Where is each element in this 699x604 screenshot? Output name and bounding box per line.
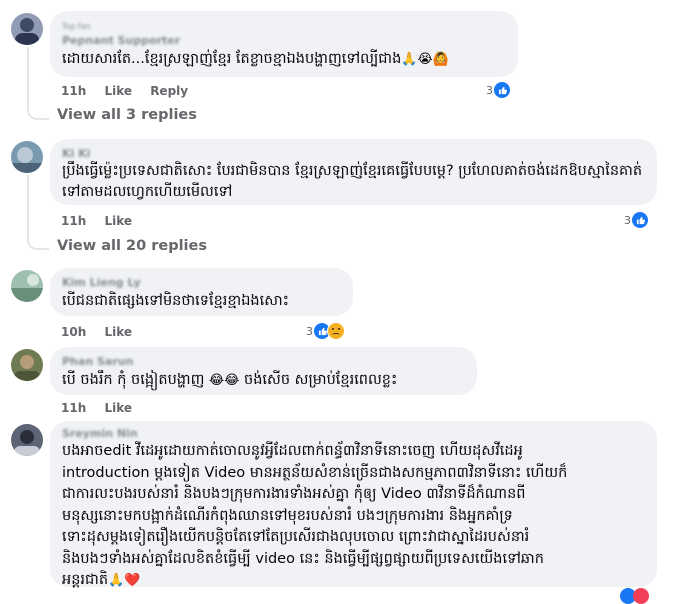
comment-line: និងបងៗទាំងអស់គ្នាដែលខិតខំធ្វើម្បី video … [62,550,544,567]
comment-line: មនុស្សនោះមកបង្អាក់ដំណើរកំពុងឈានទៅមុខរបស់… [62,507,513,524]
comment-text: បើជនជាតិផ្សេងទៅមិនថាទេខ្មែរខ្មាឯងសោះ [62,293,289,309]
comment-line: ជាការលះបងរបស់នារំ និងបងៗក្រុមការងារទាំងអ… [62,486,526,502]
reply-link[interactable]: Reply [150,84,188,98]
comment-author[interactable]: Kim Lieng Ly [62,276,341,290]
view-replies-link[interactable]: View all 3 replies [57,107,197,123]
comment-bubble: Sreymin Nin បងអាចedit វីដេអូដោយកាត់ចោលនូ… [50,421,657,588]
comment-text: ប្រឹងធ្វើម្ល៉េះប្រទេសជាតិសោះ បែរជាមិនបាន… [62,163,643,200]
like-link[interactable]: Like [104,325,132,339]
avatar[interactable] [11,349,43,381]
reaction-count: 3 [624,213,631,227]
like-link[interactable]: Like [104,401,132,415]
timestamp[interactable]: 11h [61,84,86,98]
avatar-image [11,424,43,456]
thread-hook [27,100,49,120]
comment-line: introduction ម្តងទៀត Video មានអត្ថន័យសំខ… [62,464,568,481]
emoji: 😂😂 [209,373,240,388]
comment-author[interactable]: Ki Ki [62,147,645,161]
like-link[interactable]: Like [104,84,132,98]
avatar-image [11,270,43,302]
thread-line [27,175,29,235]
comment-actions: 10h Like [61,325,146,339]
comment-author[interactable]: Top fan Pepnant Supporter [62,19,506,48]
top-fan-badge: Top fan [62,22,91,31]
like-reaction-icon [493,81,511,99]
comment-actions: 11h Like [61,401,146,415]
comment-author[interactable]: Phan Sarun [62,355,465,369]
reaction-summary[interactable]: 3 [486,81,511,99]
thread-hook [27,230,49,250]
avatar-image [11,141,43,173]
love-reaction-icon [633,588,649,604]
avatar[interactable] [11,13,43,45]
timestamp[interactable]: 10h [61,325,86,339]
reaction-count: 3 [306,324,313,338]
timestamp[interactable]: 11h [61,214,86,228]
comment-bubble: Kim Lieng Ly បើជនជាតិផ្សេងទៅមិនថាទេខ្មែរ… [50,268,353,316]
comment-bubble: Phan Sarun បើ ចងរឹក កុំ ចង្អៀតបង្ហាញ 😂😂 … [50,347,477,395]
thread-line [27,47,29,105]
reaction-summary[interactable]: 3 [624,211,649,229]
comment-author[interactable]: Sreymin Nin [62,427,645,441]
comment-bubble: Ki Ki ប្រឹងធ្វើម្ល៉េះប្រទេសជាតិសោះ បែរជា… [50,139,657,205]
like-link[interactable]: Like [104,214,132,228]
avatar[interactable] [11,141,43,173]
avatar-image [11,349,43,381]
emoji: 🙏😭🙆 [401,52,449,67]
like-reaction-icon [631,211,649,229]
timestamp[interactable]: 11h [61,401,86,415]
emoji: 🙏❤️ [108,573,141,588]
reaction-count: 3 [486,83,493,97]
comment-text: ដោយសារតែ...ខ្មែរស្រឡាញ់ខ្មែរ តែខ្លាចខ្មា… [62,51,449,67]
avatar[interactable] [11,424,43,456]
comment-line: ទោះដុសម្តងទៀតរឿងយើកបន្តិចតែទៅតែប្រសើរជាង… [62,529,530,545]
comment-bubble: Top fan Pepnant Supporter ដោយសារតែ...ខ្មែ… [50,11,518,77]
comment-actions: 11h Like [61,214,146,228]
comment-actions: 11h Like Reply [61,84,202,98]
avatar-image [11,13,43,45]
comment-line: អន្តរជាតិ🙏❤️ [62,572,141,588]
comment-text: បើ ចងរឹក កុំ ចង្អៀតបង្ហាញ 😂😂 ចង់សើច សម្រ… [62,372,398,388]
comment-line: បងអាចedit វីដេអូដោយកាត់ចោលនូវអ្វីដែលពាក់… [62,443,523,459]
reaction-summary[interactable]: 3 [306,322,345,340]
sad-reaction-icon [327,322,345,340]
view-replies-link[interactable]: View all 20 replies [57,238,207,254]
avatar[interactable] [11,270,43,302]
comment-text: បងអាចedit វីដេអូដោយកាត់ចោលនូវអ្វីដែលពាក់… [62,441,645,592]
